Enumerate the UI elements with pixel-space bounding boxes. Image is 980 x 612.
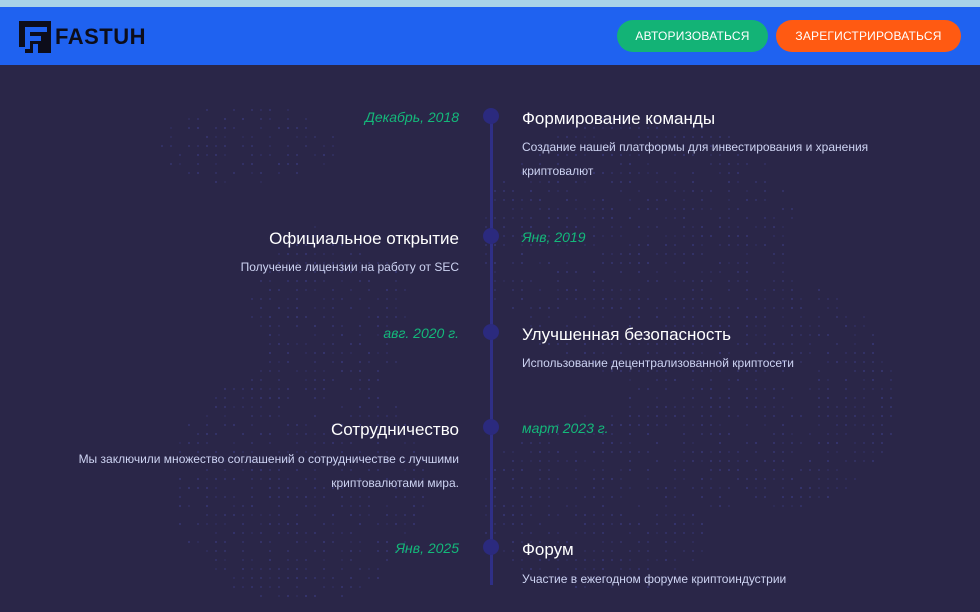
timeline-title: Официальное открытие bbox=[269, 229, 459, 248]
timeline-date: Янв, 2025 bbox=[395, 540, 459, 556]
timeline-dot bbox=[483, 419, 499, 435]
logo-mark-icon bbox=[19, 21, 51, 53]
timeline-dot bbox=[483, 324, 499, 340]
timeline-title: Сотрудничество bbox=[330, 420, 459, 439]
timeline-title: Форум bbox=[522, 540, 574, 559]
timeline-dot bbox=[483, 228, 499, 244]
timeline-date: авг. 2020 г. bbox=[383, 325, 459, 341]
timeline-date: март 2023 г. bbox=[522, 420, 609, 436]
timeline-dot bbox=[483, 539, 499, 555]
logo[interactable]: FASTUH bbox=[19, 21, 146, 53]
timeline-dot bbox=[483, 108, 499, 124]
browser-top-strip bbox=[0, 0, 980, 7]
site-header: FASTUH АВТОРИЗОВАТЬСЯ ЗАРЕГИСТРИРОВАТЬСЯ bbox=[0, 7, 980, 65]
timeline-line bbox=[490, 115, 493, 585]
logo-text: FASTUH bbox=[55, 24, 146, 49]
timeline-date: Янв, 2019 bbox=[522, 229, 586, 245]
timeline-description: Использование децентрализованной криптос… bbox=[522, 356, 794, 370]
login-button[interactable]: АВТОРИЗОВАТЬСЯ bbox=[617, 20, 768, 52]
timeline-title: Формирование команды bbox=[522, 109, 716, 128]
timeline-date: Декабрь, 2018 bbox=[365, 109, 459, 125]
timeline-description: Мы заключили множество соглашений о сотр… bbox=[78, 452, 459, 490]
timeline-description: Создание нашей платформы для инвестирова… bbox=[522, 140, 869, 178]
timeline-description: Участие в ежегодном форуме криптоиндустр… bbox=[522, 572, 787, 586]
timeline-title: Улучшенная безопасность bbox=[522, 325, 732, 344]
register-button[interactable]: ЗАРЕГИСТРИРОВАТЬСЯ bbox=[776, 20, 961, 52]
timeline-description: Получение лицензии на работу от SEC bbox=[240, 260, 459, 274]
